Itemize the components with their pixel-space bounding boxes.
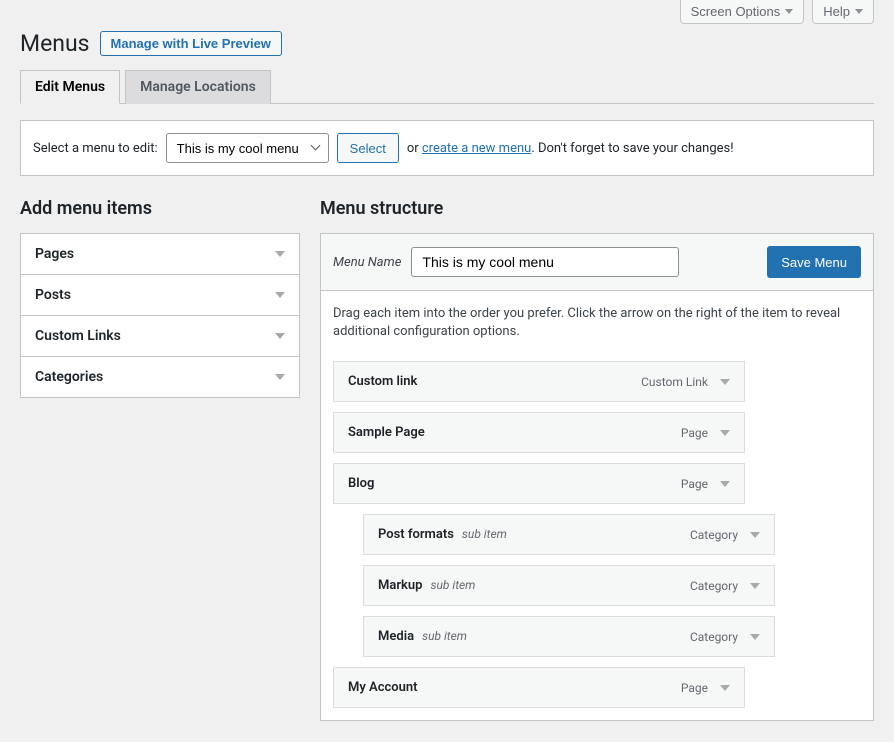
menu-item-type: Category <box>690 630 738 644</box>
save-menu-button[interactable]: Save Menu <box>767 246 861 278</box>
chevron-down-icon <box>785 9 793 14</box>
menu-select[interactable]: This is my cool menu <box>166 133 329 163</box>
or-text: or <box>407 141 419 156</box>
menu-name-label: Menu Name <box>333 255 401 270</box>
select-menu-label: Select a menu to edit: <box>33 141 158 156</box>
menu-item[interactable]: My Account Page <box>333 667 745 708</box>
menu-name-input[interactable] <box>411 247 679 277</box>
accordion-label: Custom Links <box>35 328 121 344</box>
live-preview-button[interactable]: Manage with Live Preview <box>100 31 282 56</box>
menu-item[interactable]: Markup sub item Category <box>363 565 775 606</box>
help-label: Help <box>823 4 850 19</box>
accordion-label: Categories <box>35 369 103 385</box>
chevron-down-icon[interactable] <box>750 634 760 640</box>
chevron-down-icon[interactable] <box>750 532 760 538</box>
page-title: Menus <box>20 30 90 57</box>
menu-structure-panel: Menu Name Save Menu Drag each item into … <box>320 233 874 721</box>
menu-item-title: Markup <box>378 578 422 593</box>
chevron-down-icon[interactable] <box>720 481 730 487</box>
nav-tabs: Edit Menus Manage Locations <box>20 69 874 104</box>
select-button[interactable]: Select <box>337 133 399 163</box>
menu-item[interactable]: Sample Page Page <box>333 412 745 453</box>
menu-item-type: Page <box>681 477 708 491</box>
menu-structure-title: Menu structure <box>320 198 874 219</box>
chevron-down-icon <box>275 374 285 380</box>
instructions-text: Drag each item into the order you prefer… <box>321 291 873 351</box>
screen-options-button[interactable]: Screen Options <box>680 0 805 24</box>
menu-item-title: Media <box>378 629 414 644</box>
reminder-text: . Don't forget to save your changes! <box>531 141 733 156</box>
menu-item[interactable]: Post formats sub item Category <box>363 514 775 555</box>
add-items-accordion: Pages Posts Custom Links Categories <box>20 233 300 398</box>
menu-item[interactable]: Media sub item Category <box>363 616 775 657</box>
accordion-pages[interactable]: Pages <box>21 234 299 275</box>
accordion-posts[interactable]: Posts <box>21 275 299 316</box>
chevron-down-icon <box>855 9 863 14</box>
menu-item-title: My Account <box>348 680 418 695</box>
menu-item-title: Sample Page <box>348 425 425 440</box>
menu-select-bar: Select a menu to edit: This is my cool m… <box>20 120 874 176</box>
menu-item-sublabel: sub item <box>462 527 507 541</box>
menu-item-type: Page <box>681 426 708 440</box>
menu-item-type: Custom Link <box>641 375 708 389</box>
menu-item-title: Post formats <box>378 527 454 542</box>
menu-item[interactable]: Blog Page <box>333 463 745 504</box>
chevron-down-icon[interactable] <box>720 685 730 691</box>
create-new-menu-link[interactable]: create a new menu <box>422 141 531 156</box>
chevron-down-icon[interactable] <box>720 379 730 385</box>
accordion-label: Posts <box>35 287 71 303</box>
help-button[interactable]: Help <box>812 0 874 24</box>
menu-item-sublabel: sub item <box>430 578 475 592</box>
menu-item-type: Category <box>690 579 738 593</box>
accordion-label: Pages <box>35 246 74 262</box>
menu-item-sublabel: sub item <box>422 629 467 643</box>
chevron-down-icon[interactable] <box>720 430 730 436</box>
menu-item-title: Blog <box>348 476 374 491</box>
menu-items-list: Custom linkCustom LinkSample PagePageBlo… <box>321 361 873 720</box>
accordion-categories[interactable]: Categories <box>21 357 299 397</box>
screen-options-label: Screen Options <box>691 4 781 19</box>
menu-item-type: Category <box>690 528 738 542</box>
chevron-down-icon <box>275 251 285 257</box>
tab-edit-menus[interactable]: Edit Menus <box>20 70 120 104</box>
menu-item-title: Custom link <box>348 374 417 389</box>
accordion-custom-links[interactable]: Custom Links <box>21 316 299 357</box>
add-menu-items-title: Add menu items <box>20 198 300 219</box>
menu-item[interactable]: Custom link Custom Link <box>333 361 745 402</box>
chevron-down-icon <box>275 333 285 339</box>
chevron-down-icon[interactable] <box>750 583 760 589</box>
tab-manage-locations[interactable]: Manage Locations <box>125 70 271 104</box>
chevron-down-icon <box>275 292 285 298</box>
menu-item-type: Page <box>681 681 708 695</box>
